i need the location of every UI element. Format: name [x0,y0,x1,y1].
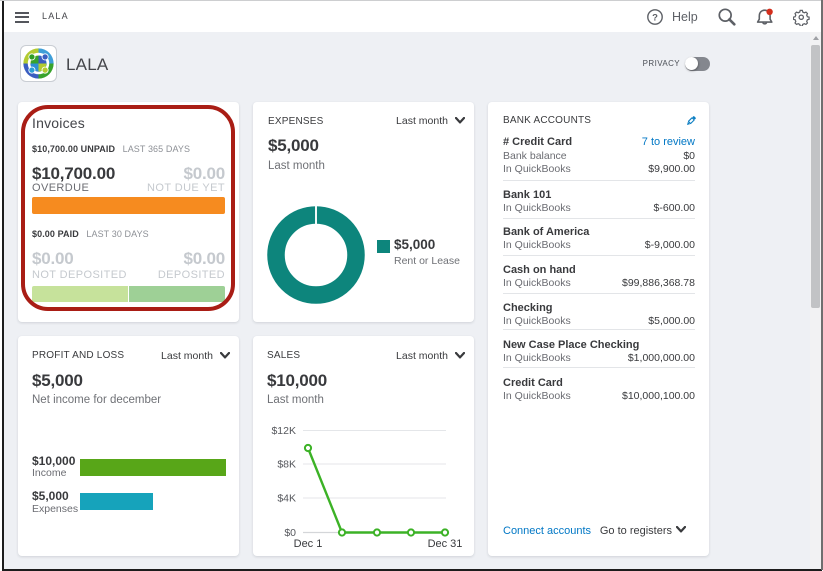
svg-text:?: ? [652,12,658,23]
svg-text:$12K: $12K [271,425,296,437]
svg-text:Dec 1: Dec 1 [294,538,323,549]
svg-text:$8K: $8K [277,459,296,471]
svg-text:$4K: $4K [277,493,296,505]
svg-text:Dec 31: Dec 31 [428,538,463,549]
